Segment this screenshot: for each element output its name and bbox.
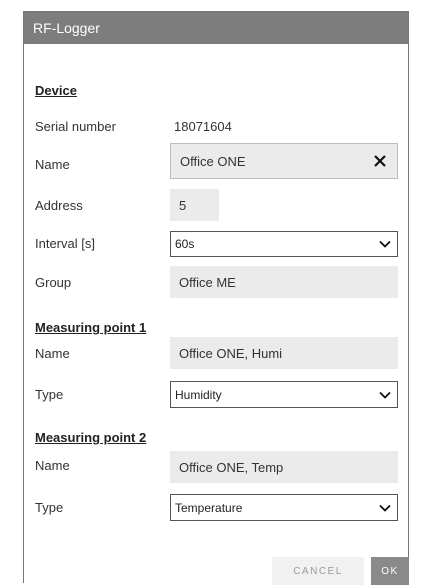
serial-number-value: 18071604 (174, 119, 232, 134)
measuring-point-1-heading: Measuring point 1 (35, 320, 147, 335)
measuring-point-2-heading: Measuring point 2 (35, 430, 147, 445)
serial-number-label: Serial number (35, 119, 116, 134)
group-field[interactable]: Office ME (170, 266, 398, 298)
mp2-name-label: Name (35, 458, 70, 473)
mp2-type-selected-value: Temperature (175, 500, 243, 515)
address-value: 5 (179, 197, 187, 213)
interval-select[interactable]: 60s (170, 231, 398, 257)
cancel-button[interactable]: CANCEL (272, 557, 364, 585)
group-label: Group (35, 275, 72, 290)
dialog-title: RF-Logger (24, 12, 408, 44)
chevron-down-icon (379, 504, 391, 512)
device-name-value: Office ONE (180, 153, 246, 169)
ok-button[interactable]: OK (371, 557, 409, 585)
mp2-name-value: Office ONE, Temp (179, 459, 284, 475)
interval-selected-value: 60s (175, 237, 195, 251)
mp1-name-label: Name (35, 346, 70, 361)
device-section-heading: Device (35, 83, 77, 98)
rf-logger-dialog: RF-Logger Device Serial number 18071604 … (23, 11, 409, 585)
chevron-down-icon (379, 391, 391, 399)
group-value: Office ME (179, 274, 236, 290)
interval-label: Interval [s] (35, 236, 95, 251)
device-name-label: Name (35, 157, 70, 172)
address-field[interactable]: 5 (170, 189, 219, 221)
close-icon[interactable] (373, 154, 387, 168)
mp1-name-field[interactable]: Office ONE, Humi (170, 337, 398, 369)
mp2-type-label: Type (35, 500, 64, 515)
mp2-type-select[interactable]: Temperature (170, 494, 398, 521)
mp1-name-value: Office ONE, Humi (179, 345, 283, 361)
device-name-field[interactable]: Office ONE (170, 143, 398, 179)
mp1-type-select[interactable]: Humidity (170, 381, 398, 408)
address-label: Address (35, 198, 83, 213)
mp1-type-selected-value: Humidity (175, 387, 222, 402)
mp2-name-field[interactable]: Office ONE, Temp (170, 451, 398, 483)
chevron-down-icon (379, 240, 391, 248)
mp1-type-label: Type (35, 387, 64, 402)
